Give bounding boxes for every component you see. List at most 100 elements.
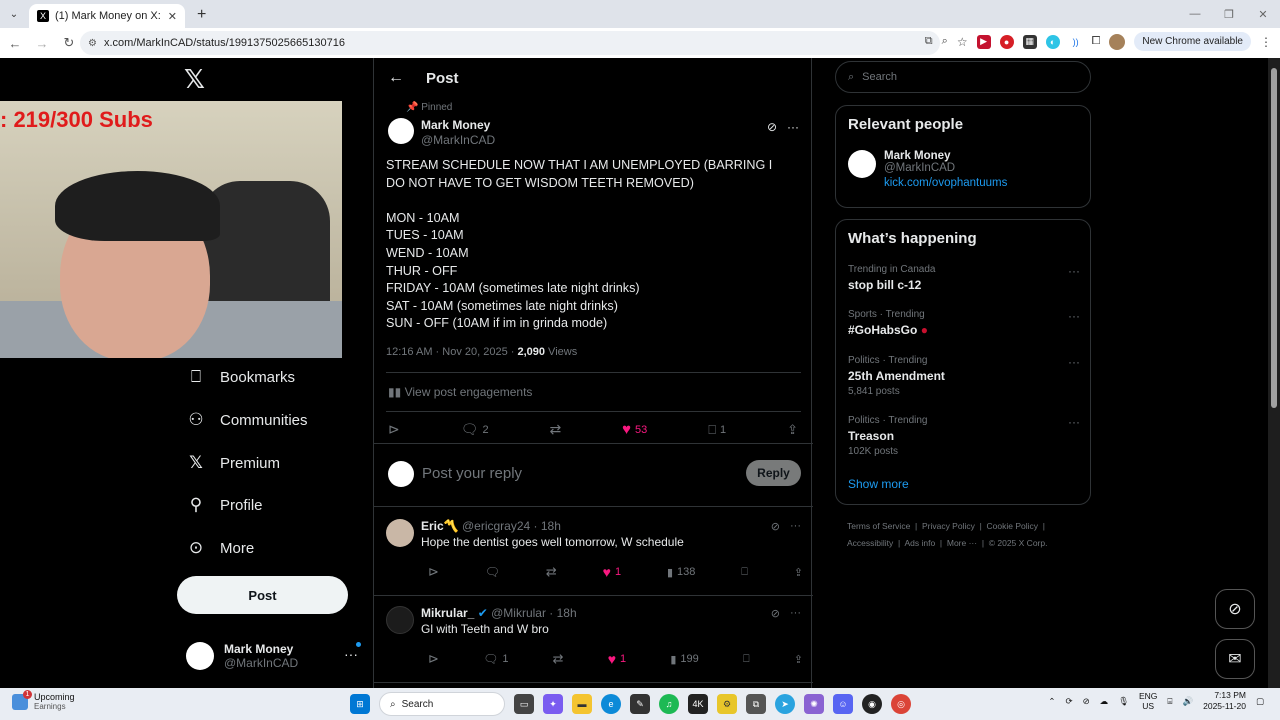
x-logo-icon[interactable]: 𝕏 <box>184 66 210 92</box>
tab-search-button[interactable]: ⌄ <box>5 5 23 23</box>
play-icon[interactable]: ⊳ <box>388 421 400 438</box>
post-time[interactable]: 12:16 AM · Nov 20, 2025 · <box>386 346 517 358</box>
more-dots-icon[interactable]: ··· <box>1068 264 1080 278</box>
repost-icon[interactable]: ⇄ <box>546 564 557 580</box>
nav-communities[interactable]: ⚇ Communities <box>186 410 307 430</box>
address-bar[interactable]: ⚙ x.com/MarkInCAD/status/199137502566513… <box>80 31 940 55</box>
grok-fab-icon[interactable]: ⊘ <box>1215 589 1255 629</box>
scrollbar-thumb[interactable] <box>1271 68 1277 408</box>
repost-icon[interactable]: ⇄ <box>549 421 561 438</box>
views-action[interactable]: ▮ 138 <box>667 566 695 579</box>
volume-icon[interactable]: 🔊 <box>1183 696 1194 707</box>
chevron-up-icon[interactable]: ⌃ <box>1048 696 1055 707</box>
like-action[interactable]: ♥ 1 <box>603 564 621 580</box>
task-view-icon[interactable]: ▭ <box>514 694 534 714</box>
back-icon[interactable]: ← <box>3 36 27 51</box>
reply-avatar[interactable] <box>386 606 414 634</box>
copilot-icon[interactable]: ✦ <box>543 694 563 714</box>
bookmark-action[interactable]: ⎕ 1 <box>708 422 726 438</box>
post-button[interactable]: Post <box>177 576 348 614</box>
scrollbar[interactable] <box>1268 58 1280 688</box>
reply-input[interactable]: Post your reply <box>422 465 522 482</box>
views-action[interactable]: ▮ 199 <box>670 653 698 666</box>
telegram-icon[interactable]: ➤ <box>775 694 795 714</box>
browser-tab[interactable]: X (1) Mark Money on X: "STREAM ✕ <box>29 4 185 28</box>
new-tab-button[interactable]: + <box>197 6 206 24</box>
footer-cookies[interactable]: Cookie Policy <box>987 521 1039 531</box>
relevant-person[interactable]: Mark Money @MarkInCAD kick.com/ovophantu… <box>848 150 1007 189</box>
reply-author[interactable]: Mikrular_ <box>421 606 474 620</box>
extension-4-icon[interactable]: ◐ <box>1045 34 1060 49</box>
reply-action[interactable]: 🗨 1 <box>483 652 508 666</box>
close-tab-icon[interactable]: ✕ <box>168 10 177 23</box>
discord-icon[interactable]: ☺ <box>833 694 853 714</box>
nav-bookmarks[interactable]: ⎕ Bookmarks <box>186 367 295 387</box>
vpn-icon[interactable]: ⊘ <box>1083 696 1090 707</box>
search-input[interactable]: ⌕ Search <box>835 61 1091 93</box>
footer-more[interactable]: More ··· <box>947 538 977 548</box>
zoom-icon[interactable]: ⌕ <box>942 35 948 48</box>
play-icon[interactable]: ⊳ <box>428 564 439 580</box>
account-switcher[interactable]: Mark Money @MarkInCAD ··· <box>186 636 366 676</box>
extension-3-icon[interactable]: ▦ <box>1022 34 1037 49</box>
site-info-icon[interactable]: ⚙ <box>88 38 97 49</box>
app-icon[interactable]: ✺ <box>804 694 824 714</box>
more-dots-icon[interactable]: ··· <box>1068 415 1080 429</box>
person-name[interactable]: Mark Money <box>884 150 1007 162</box>
more-dots-icon[interactable]: ··· <box>344 646 358 662</box>
profile-avatar[interactable] <box>1109 33 1126 50</box>
app-icon[interactable]: 4K <box>688 694 708 714</box>
more-dots-icon[interactable]: ··· <box>787 120 799 134</box>
footer-terms[interactable]: Terms of Service <box>847 521 910 531</box>
chrome-menu-icon[interactable]: ⋮ <box>1260 35 1272 49</box>
install-icon[interactable]: ⧉ <box>925 35 933 48</box>
extension-5-icon[interactable]: )) <box>1068 34 1083 49</box>
share-icon[interactable]: ⇪ <box>794 566 803 579</box>
star-icon[interactable]: ☆ <box>957 35 968 49</box>
app-icon[interactable]: ✎ <box>630 694 650 714</box>
person-avatar[interactable] <box>848 150 876 178</box>
obs-icon[interactable]: ◉ <box>862 694 882 714</box>
close-window-icon[interactable]: ✕ <box>1246 0 1280 28</box>
repost-icon[interactable]: ⇄ <box>553 651 564 667</box>
reply-avatar[interactable] <box>386 519 414 547</box>
trend-item[interactable]: Sports · Trending #GoHabsGo ● ··· <box>848 309 1080 337</box>
back-arrow-icon[interactable]: ← <box>388 69 404 87</box>
new-chrome-available-button[interactable]: New Chrome available <box>1134 32 1251 51</box>
nav-premium[interactable]: 𝕏 Premium <box>186 453 280 473</box>
windows-start-icon[interactable]: ⊞ <box>350 694 370 714</box>
author-handle[interactable]: @MarkInCAD <box>421 133 495 147</box>
more-dots-icon[interactable]: ··· <box>790 607 801 620</box>
grok-icon[interactable]: ⊘ <box>771 520 780 533</box>
reply-item[interactable]: Eric〽️ @ericgray24 · 18h Hope the dentis… <box>374 509 813 596</box>
edge-icon[interactable]: e <box>601 694 621 714</box>
grok-icon[interactable]: ⊘ <box>767 120 777 134</box>
reply-action[interactable]: 🗨 2 <box>461 421 489 438</box>
like-action[interactable]: ♥ 1 <box>608 651 626 667</box>
cloud-icon[interactable]: ☁ <box>1100 696 1109 707</box>
reply-item[interactable]: Mikrular_ ✔ @Mikrular · 18h Gl with Teet… <box>374 596 813 683</box>
spotify-icon[interactable]: ♫ <box>659 694 679 714</box>
notification-icon[interactable]: ▢ <box>1256 696 1264 707</box>
like-action[interactable]: ♥ 53 <box>622 421 647 438</box>
app-icon[interactable]: ⚙ <box>717 694 737 714</box>
forward-icon[interactable]: → <box>30 36 54 51</box>
extensions-puzzle-icon[interactable]: ⧠ <box>1092 35 1101 48</box>
person-handle[interactable]: @MarkInCAD <box>884 162 1007 174</box>
reload-icon[interactable]: ↻ <box>57 35 81 51</box>
reply-handle[interactable]: @ericgray24 · 18h <box>462 519 561 533</box>
clock[interactable]: 7:13 PM 2025-11-20 <box>1203 690 1246 712</box>
more-dots-icon[interactable]: ··· <box>790 520 801 533</box>
bookmark-icon[interactable]: ⎕ <box>743 653 750 666</box>
file-explorer-icon[interactable]: ▬ <box>572 694 592 714</box>
show-more-link[interactable]: Show more <box>848 477 909 491</box>
share-icon[interactable]: ⇪ <box>787 422 798 438</box>
more-dots-icon[interactable]: ··· <box>1068 355 1080 369</box>
sync-icon[interactable]: ⟳ <box>1065 696 1072 707</box>
widgets-button[interactable]: 1 Upcoming Earnings <box>12 690 75 712</box>
mic-icon[interactable]: 🎙 <box>1118 696 1129 707</box>
language-indicator[interactable]: ENG US <box>1139 691 1157 711</box>
play-icon[interactable]: ⊳ <box>428 651 439 667</box>
more-dots-icon[interactable]: ··· <box>1068 309 1080 323</box>
nav-more[interactable]: ⊙ More <box>186 538 254 558</box>
